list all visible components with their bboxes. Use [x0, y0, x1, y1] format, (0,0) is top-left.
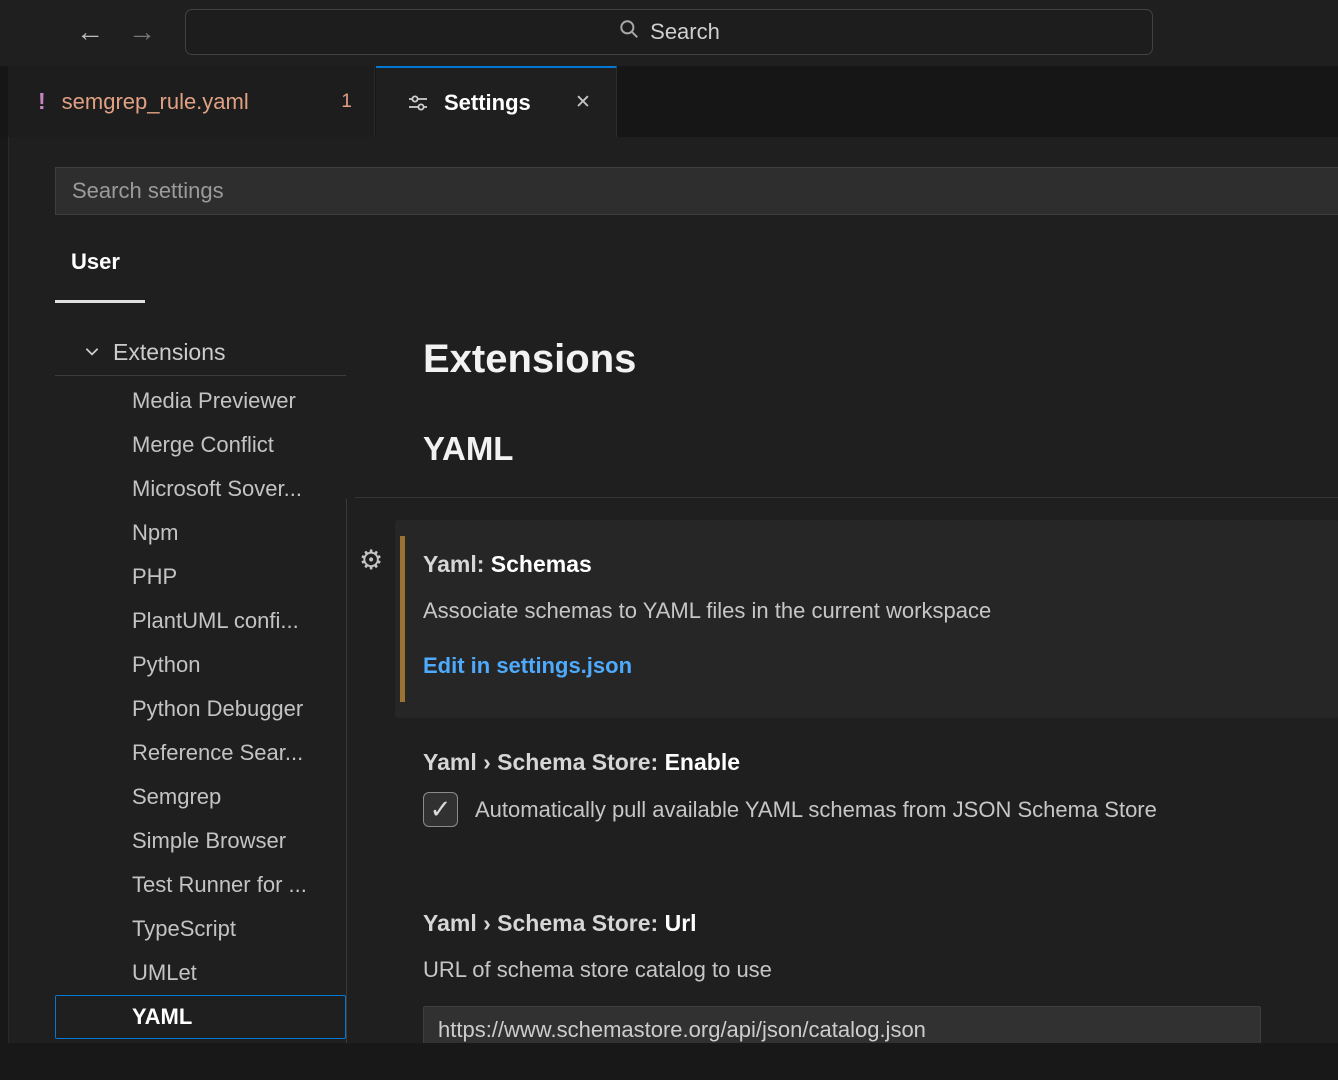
gear-icon[interactable]: ⚙: [359, 545, 383, 576]
settings-search-input[interactable]: [55, 167, 1338, 215]
setting-category: Yaml:: [423, 551, 491, 577]
toc-item[interactable]: Merge Conflict: [55, 423, 346, 467]
chevron-down-icon: [55, 339, 113, 366]
toc-item[interactable]: Simple Browser: [55, 819, 346, 863]
toc-item[interactable]: Python: [55, 643, 346, 687]
toc-item[interactable]: Test Runner for ...: [55, 863, 346, 907]
toc-item[interactable]: Media Previewer: [55, 379, 346, 423]
search-label: Search: [650, 19, 720, 45]
setting-title-schema-store-url: Yaml › Schema Store: Url: [423, 910, 697, 937]
setting-desc-schemas: Associate schemas to YAML files in the c…: [423, 598, 991, 624]
schema-store-url-input[interactable]: [423, 1006, 1261, 1043]
tab-user-scope[interactable]: User: [71, 249, 120, 275]
toc-item[interactable]: UMLet: [55, 951, 346, 995]
toc-item[interactable]: Semgrep: [55, 775, 346, 819]
vscode-window: ← → Search ! semgrep_rule.yaml 1 Setting…: [0, 0, 1338, 1080]
toc-list: Media Previewer Merge Conflict Microsoft…: [55, 379, 346, 1039]
setting-name: Schemas: [491, 551, 592, 577]
toc-item-yaml-selected[interactable]: YAML: [55, 995, 346, 1039]
edit-in-settings-json-link[interactable]: Edit in settings.json: [423, 653, 632, 679]
settings-sliders-icon: [406, 91, 430, 115]
setting-desc-schema-store-url: URL of schema store catalog to use: [423, 957, 772, 983]
settings-editor: User Extensions Media Previewer Merge Co…: [8, 137, 1338, 1043]
setting-category: Yaml › Schema Store:: [423, 749, 665, 775]
close-icon[interactable]: ✕: [568, 88, 598, 118]
back-icon[interactable]: ←: [72, 14, 108, 50]
toc-item[interactable]: Npm: [55, 511, 346, 555]
tab-settings-label: Settings: [444, 90, 531, 116]
section-heading: YAML: [423, 430, 513, 468]
search-icon: [618, 18, 640, 46]
toc-item[interactable]: Microsoft Sover...: [55, 467, 346, 511]
header-divider: [355, 497, 1338, 498]
setting-title-schema-store-enable: Yaml › Schema Store: Enable: [423, 749, 740, 776]
modified-setting-indicator: [400, 536, 405, 702]
checkmark-icon: ✓: [430, 795, 452, 825]
tab-semgrep-rule-yaml[interactable]: ! semgrep_rule.yaml 1: [8, 66, 375, 137]
toc-root-label: Extensions: [113, 339, 226, 366]
titlebar: ← → Search: [0, 0, 1338, 66]
toc-item[interactable]: PlantUML confi...: [55, 599, 346, 643]
schema-store-enable-checkbox[interactable]: ✓: [423, 792, 458, 827]
setting-name: Url: [665, 910, 697, 936]
toc-extensions-root[interactable]: Extensions: [55, 330, 346, 376]
content-heading: Extensions: [423, 337, 636, 382]
setting-title-schemas: Yaml: Schemas: [423, 551, 592, 578]
tab-file-label: semgrep_rule.yaml: [62, 89, 249, 115]
checkbox-label: Automatically pull available YAML schema…: [475, 797, 1157, 823]
tab-file-badge: 1: [327, 91, 352, 113]
toc-item[interactable]: TypeScript: [55, 907, 346, 951]
tab-strip: ! semgrep_rule.yaml 1 Settings ✕: [0, 66, 1338, 137]
setting-category: Yaml › Schema Store:: [423, 910, 665, 936]
setting-name: Enable: [665, 749, 740, 775]
problem-icon: !: [38, 88, 46, 115]
toc-item[interactable]: PHP: [55, 555, 346, 599]
tab-settings[interactable]: Settings ✕: [376, 66, 617, 137]
scope-tab-underline: [55, 300, 145, 303]
toc-item[interactable]: Reference Sear...: [55, 731, 346, 775]
command-center-search[interactable]: Search: [185, 9, 1153, 55]
toc-content-divider: [346, 499, 347, 1043]
forward-icon[interactable]: →: [124, 14, 160, 50]
toc-item[interactable]: Python Debugger: [55, 687, 346, 731]
